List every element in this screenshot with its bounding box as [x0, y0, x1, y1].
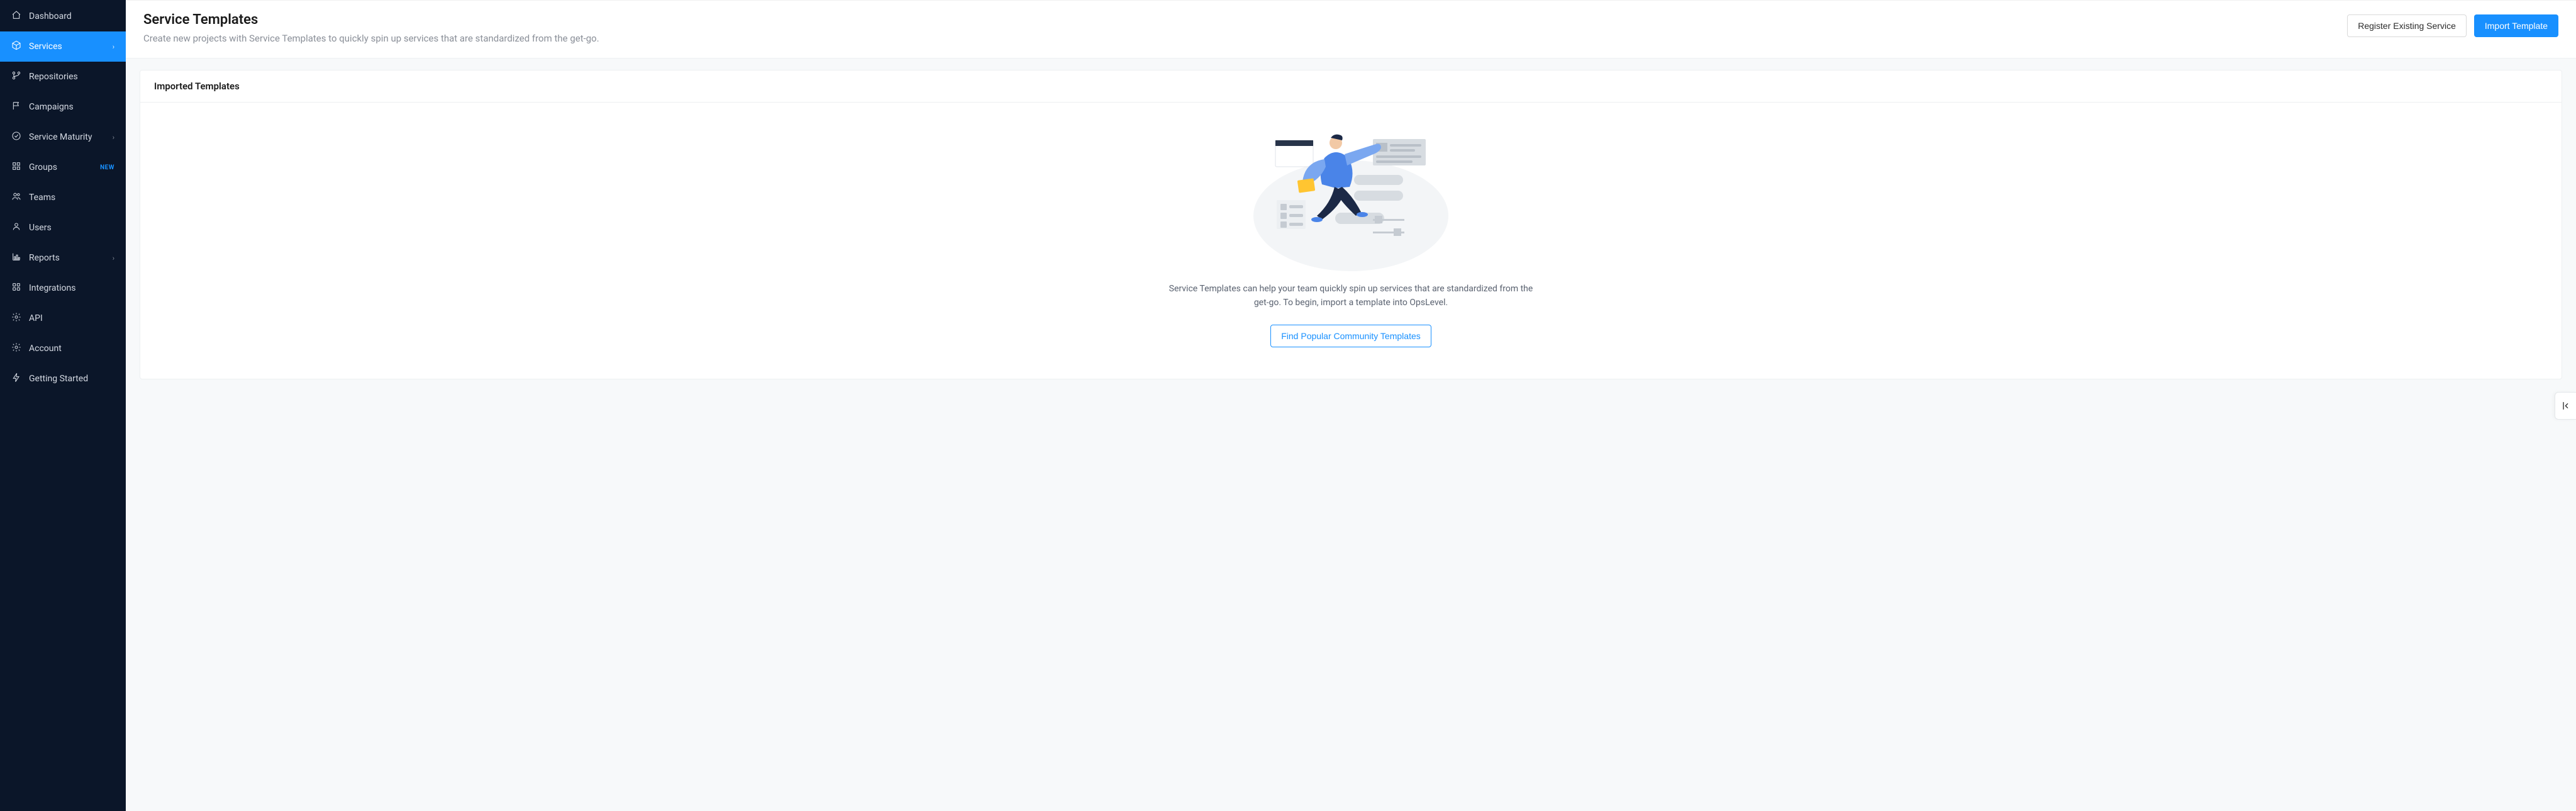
sidebar-item-services[interactable]: Services ›	[0, 31, 126, 62]
sidebar-item-label: Reports	[29, 253, 105, 263]
gear-icon	[11, 312, 21, 325]
main-content: Service Templates Create new projects wi…	[126, 0, 2576, 811]
sidebar-item-label: Services	[29, 42, 105, 52]
new-badge: NEW	[100, 164, 114, 171]
page-title: Service Templates	[143, 12, 2347, 28]
sidebar-item-api[interactable]: API	[0, 303, 126, 333]
sidebar-item-getting-started[interactable]: Getting Started	[0, 364, 126, 394]
sidebar-item-integrations[interactable]: Integrations	[0, 273, 126, 303]
chevron-right-icon: ›	[113, 133, 114, 142]
chart-icon	[11, 252, 21, 264]
empty-state: Service Templates can help your team qui…	[140, 103, 2562, 379]
imported-templates-card: Imported Templates	[140, 70, 2562, 379]
header-actions: Register Existing Service Import Templat…	[2347, 14, 2558, 37]
sidebar-item-label: Repositories	[29, 72, 114, 82]
sidebar-item-reports[interactable]: Reports ›	[0, 243, 126, 273]
drawer-toggle[interactable]	[2555, 392, 2576, 420]
sidebar-item-label: Getting Started	[29, 374, 114, 384]
chevron-right-icon: ›	[113, 43, 114, 51]
check-circle-icon	[11, 131, 21, 143]
sidebar-item-campaigns[interactable]: Campaigns	[0, 92, 126, 122]
sidebar-item-label: API	[29, 313, 114, 323]
import-template-button[interactable]: Import Template	[2474, 14, 2558, 37]
register-existing-service-button[interactable]: Register Existing Service	[2347, 14, 2467, 37]
sidebar-item-label: Campaigns	[29, 102, 114, 112]
sidebar-item-label: Service Maturity	[29, 132, 105, 142]
sidebar-item-label: Teams	[29, 193, 114, 203]
page-header: Service Templates Create new projects wi…	[126, 1, 2576, 59]
bolt-icon	[11, 372, 21, 385]
sidebar-item-service-maturity[interactable]: Service Maturity ›	[0, 122, 126, 152]
user-icon	[11, 221, 21, 234]
users-icon	[11, 191, 21, 204]
page-subtitle: Create new projects with Service Templat…	[143, 33, 2347, 44]
sidebar-item-users[interactable]: Users	[0, 213, 126, 243]
find-community-templates-button[interactable]: Find Popular Community Templates	[1270, 325, 1431, 347]
gear-icon	[11, 342, 21, 355]
apps-icon	[11, 282, 21, 294]
sidebar-item-label: Groups	[29, 162, 92, 172]
empty-state-illustration	[1250, 128, 1452, 272]
sidebar-item-label: Integrations	[29, 283, 114, 293]
sidebar-item-label: Users	[29, 223, 114, 233]
home-icon	[11, 10, 21, 23]
sidebar: Dashboard Services › Repositories Campaigns S…	[0, 0, 126, 811]
sidebar-item-groups[interactable]: Groups NEW	[0, 152, 126, 182]
cube-icon	[11, 40, 21, 53]
sidebar-item-repositories[interactable]: Repositories	[0, 62, 126, 92]
sidebar-item-teams[interactable]: Teams	[0, 182, 126, 213]
branch-icon	[11, 70, 21, 83]
chevron-left-bar-icon	[2561, 401, 2571, 411]
flag-icon	[11, 101, 21, 113]
card-title: Imported Templates	[140, 70, 2562, 103]
sidebar-item-label: Account	[29, 344, 114, 354]
grid-icon	[11, 161, 21, 174]
empty-state-text: Service Templates can help your team qui…	[1162, 282, 1540, 310]
sidebar-item-account[interactable]: Account	[0, 333, 126, 364]
sidebar-item-dashboard[interactable]: Dashboard	[0, 1, 126, 31]
sidebar-item-label: Dashboard	[29, 11, 114, 21]
chevron-right-icon: ›	[113, 254, 114, 262]
